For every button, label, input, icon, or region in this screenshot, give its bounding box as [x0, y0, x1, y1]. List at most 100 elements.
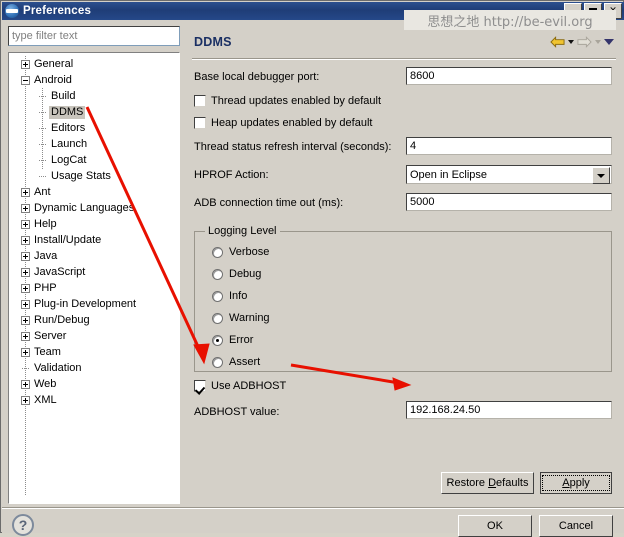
logging-level-option-warning[interactable]: Warning	[212, 310, 270, 326]
thread-updates-row[interactable]: Thread updates enabled by default	[194, 92, 381, 110]
forward-arrow-icon[interactable]	[577, 36, 592, 48]
sidebar-item-plug-in-development[interactable]: Plug-in Development	[9, 296, 167, 312]
expand-icon[interactable]	[21, 235, 30, 245]
expand-icon[interactable]	[21, 59, 30, 69]
sidebar-item-server[interactable]: Server	[9, 328, 167, 344]
use-adbhost-row[interactable]: Use ADBHOST	[194, 377, 286, 395]
adbhost-value-row: ADBHOST value:	[194, 403, 279, 421]
sidebar-item-build[interactable]: Build	[9, 88, 167, 104]
base-port-row: Base local debugger port:	[194, 68, 319, 86]
radio-button[interactable]	[212, 312, 223, 324]
logging-level-option-info[interactable]: Info	[212, 288, 247, 304]
radio-button[interactable]	[212, 268, 223, 280]
thread-updates-label: Thread updates enabled by default	[211, 95, 382, 107]
expand-icon[interactable]	[21, 331, 30, 341]
use-adbhost-label: Use ADBHOST	[211, 380, 287, 392]
sidebar-item-web[interactable]: Web	[9, 376, 167, 392]
tree-leaf-marker[interactable]	[38, 92, 47, 101]
sidebar-item-dynamic-languages[interactable]: Dynamic Languages	[9, 200, 167, 216]
tree-scrollbar[interactable]	[165, 53, 179, 503]
sidebar-item-label: Ant	[34, 185, 51, 198]
expand-icon[interactable]	[21, 379, 30, 389]
sidebar-item-launch[interactable]: Launch	[9, 136, 167, 152]
view-menu-chevron-down-icon[interactable]	[604, 39, 614, 45]
apply-button[interactable]: Apply	[540, 472, 612, 494]
watermark-text: 思想之地 http://be-evil.org	[404, 10, 616, 30]
search-input[interactable]	[8, 26, 180, 46]
sidebar-item-android[interactable]: Android	[9, 72, 167, 88]
adbhost-value-input[interactable]	[406, 401, 612, 419]
logging-level-option-verbose[interactable]: Verbose	[212, 244, 269, 260]
radio-button[interactable]	[212, 290, 223, 302]
expand-icon[interactable]	[21, 203, 30, 213]
sidebar-item-editors[interactable]: Editors	[9, 120, 167, 136]
cancel-button[interactable]: Cancel	[539, 515, 613, 537]
heap-updates-checkbox[interactable]	[194, 117, 206, 129]
sidebar-item-help[interactable]: Help	[9, 216, 167, 232]
back-arrow-icon[interactable]	[550, 36, 565, 48]
sidebar-item-usage-stats[interactable]: Usage Stats	[9, 168, 167, 184]
expand-icon[interactable]	[21, 395, 30, 405]
radio-button[interactable]	[212, 334, 223, 346]
use-adbhost-checkbox[interactable]	[194, 380, 206, 392]
adbhost-value-label: ADBHOST value:	[194, 406, 280, 418]
sidebar-item-label: Usage Stats	[51, 169, 111, 182]
sidebar-item-install-update[interactable]: Install/Update	[9, 232, 167, 248]
sidebar-item-validation[interactable]: Validation	[9, 360, 167, 376]
sidebar-item-label: Validation	[34, 361, 82, 374]
base-port-input[interactable]	[406, 67, 612, 85]
sidebar-item-ant[interactable]: Ant	[9, 184, 167, 200]
hprof-action-select[interactable]: Open in Eclipse	[406, 165, 612, 184]
preferences-tree[interactable]: General Android Build DDMS Editors Launch LogC…	[8, 52, 180, 504]
tree-leaf-marker[interactable]	[21, 364, 30, 373]
sidebar-item-xml[interactable]: XML	[9, 392, 167, 408]
ok-button[interactable]: OK	[458, 515, 532, 537]
tree-leaf-marker[interactable]	[38, 156, 47, 165]
logging-level-label: Info	[229, 290, 248, 302]
sidebar-item-run-debug[interactable]: Run/Debug	[9, 312, 167, 328]
sidebar-item-ddms[interactable]: DDMS	[9, 104, 167, 120]
preferences-dialog: Preferences _ ✕ GeneralAndroidBuildDDMSE…	[0, 0, 624, 537]
logging-level-group: Logging Level Verbose Debug Info Warning Err…	[194, 225, 612, 372]
expand-icon[interactable]	[21, 187, 30, 197]
expand-icon[interactable]	[21, 267, 30, 277]
tree-leaf-marker[interactable]	[38, 172, 47, 181]
tree-leaf-marker[interactable]	[38, 140, 47, 149]
sidebar-item-php[interactable]: PHP	[9, 280, 167, 296]
heap-updates-row[interactable]: Heap updates enabled by default	[194, 114, 372, 132]
expand-icon[interactable]	[21, 251, 30, 261]
expand-icon[interactable]	[21, 219, 30, 229]
restore-defaults-button[interactable]: Restore Defaults	[441, 472, 534, 494]
logging-level-option-debug[interactable]: Debug	[212, 266, 261, 282]
collapse-icon[interactable]	[21, 75, 30, 85]
expand-icon[interactable]	[21, 315, 30, 325]
back-menu-chevron-down-icon[interactable]	[568, 40, 574, 44]
radio-button[interactable]	[212, 246, 223, 258]
sidebar-item-label: PHP	[34, 281, 57, 294]
sidebar-item-label: XML	[34, 393, 57, 406]
tree-leaf-marker[interactable]	[38, 124, 47, 133]
sidebar-item-team[interactable]: Team	[9, 344, 167, 360]
apply-label: Apply	[562, 477, 590, 489]
eclipse-icon	[5, 4, 19, 18]
expand-icon[interactable]	[21, 283, 30, 293]
adb-timeout-label: ADB connection time out (ms):	[194, 197, 344, 209]
logging-level-option-assert[interactable]: Assert	[212, 354, 260, 370]
forward-menu-chevron-down-icon[interactable]	[595, 40, 601, 44]
sidebar-item-label: Editors	[51, 121, 86, 134]
expand-icon[interactable]	[21, 299, 30, 309]
expand-icon[interactable]	[21, 347, 30, 357]
sidebar-item-label: Server	[34, 329, 67, 342]
thread-updates-checkbox[interactable]	[194, 95, 206, 107]
logging-level-option-error[interactable]: Error	[212, 332, 253, 348]
radio-button[interactable]	[212, 356, 223, 368]
sidebar-item-javascript[interactable]: JavaScript	[9, 264, 167, 280]
tree-leaf-marker[interactable]	[38, 108, 47, 117]
sidebar-item-java[interactable]: Java	[9, 248, 167, 264]
adb-timeout-input[interactable]	[406, 193, 612, 211]
chevron-down-icon[interactable]	[592, 167, 610, 184]
sidebar-item-general[interactable]: General	[9, 56, 167, 72]
refresh-interval-input[interactable]	[406, 137, 612, 155]
sidebar-item-label: Java	[34, 249, 58, 262]
sidebar-item-logcat[interactable]: LogCat	[9, 152, 167, 168]
